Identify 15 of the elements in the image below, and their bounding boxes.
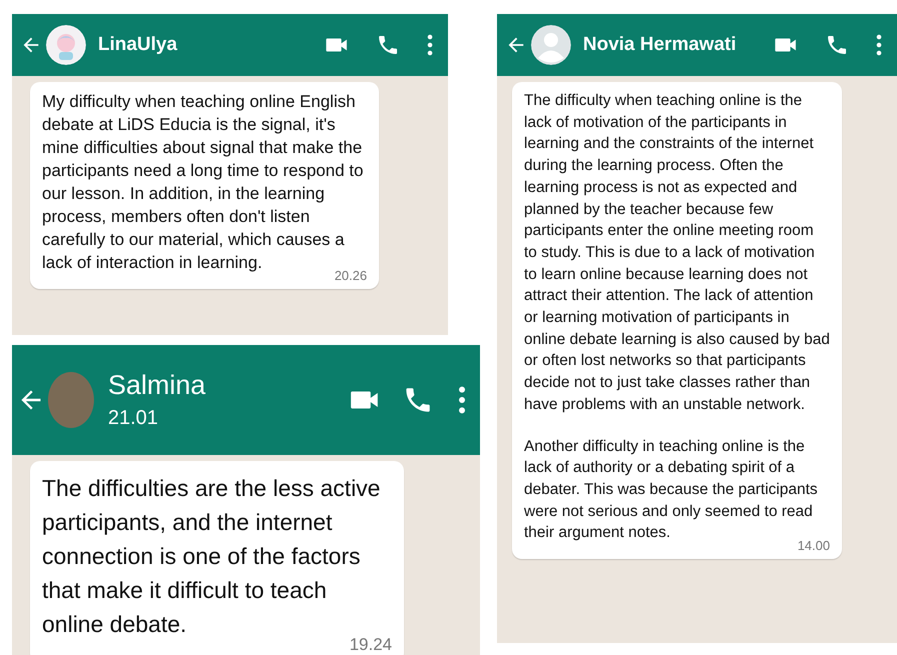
more-options-icon[interactable] — [875, 33, 883, 57]
contact-name: Salmina — [108, 370, 207, 401]
message-text: The difficulty when teaching online is the lack of motivation of the participants in learning and the constraints of the internet during the learning process. Often the learning process is not as expected and planned by the teacher because few participants enter the online meeting room to study. This is due to a lack of motivation to learn online because learning does not attract their attention. The lack of attention or learning motivation of participants in online debate learning is also caused by bad or often lost networks so that participants decide not to just take classes rather than have problems with an unstable network. — [524, 91, 830, 415]
contact-name: LinaUlya — [98, 34, 178, 56]
avatar-drawing — [46, 25, 86, 65]
message-time: 19.24 — [349, 635, 392, 655]
last-seen-time: 21.01 — [108, 407, 160, 430]
message-text: The difficulties are the less active participants, and the internet connection is one of the factors that make it difficult to teach online debate. — [42, 474, 382, 638]
avatar-icon — [531, 25, 571, 65]
phone-icon[interactable] — [825, 33, 849, 57]
contact-name: Novia Hermawati — [583, 34, 738, 56]
more-options-icon[interactable] — [456, 384, 468, 416]
more-options-icon[interactable] — [426, 33, 434, 57]
phone-icon[interactable] — [376, 33, 400, 57]
avatar-photo-placeholder — [48, 372, 94, 428]
